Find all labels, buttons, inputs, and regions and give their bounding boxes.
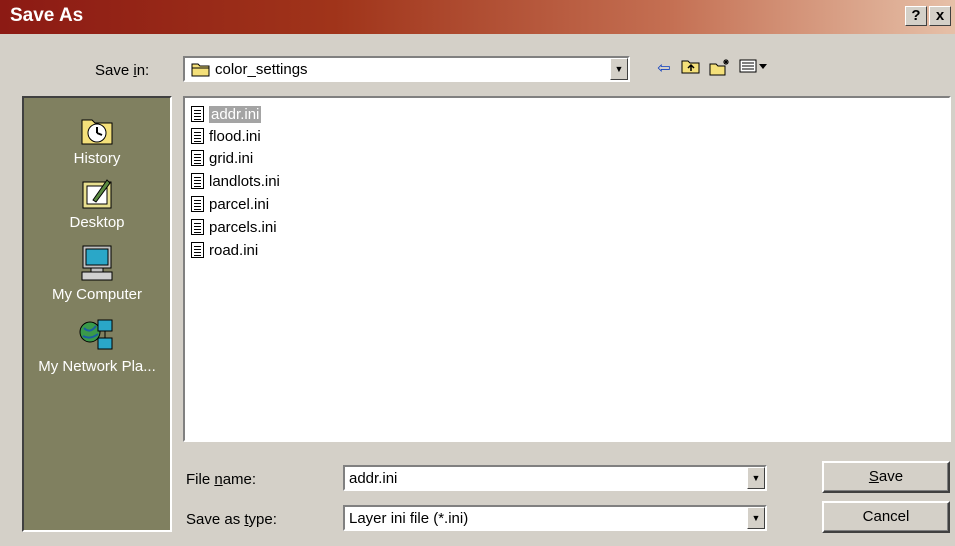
my-computer-icon	[81, 245, 113, 281]
cancel-button[interactable]: Cancel	[822, 501, 950, 533]
help-button[interactable]: ?	[905, 6, 927, 26]
back-arrow-icon[interactable]: ⇦	[651, 58, 677, 80]
places-label: My Computer	[51, 286, 143, 303]
places-label: Desktop	[69, 214, 125, 231]
places-my-computer[interactable]: My Computer	[24, 244, 170, 303]
folder-icon	[191, 63, 210, 77]
file-item[interactable]: parcel.ini	[191, 193, 269, 215]
places-label: My Network Pla...	[38, 358, 156, 375]
save-as-type-dropdown[interactable]: Layer ini file (*.ini) ▼	[343, 505, 767, 531]
close-button[interactable]: x	[929, 6, 951, 26]
file-name-value: addr.ini	[349, 470, 398, 487]
save-as-type-label: Save as type:	[186, 511, 277, 528]
desktop-icon	[82, 179, 112, 209]
chevron-down-icon[interactable]: ▼	[610, 58, 628, 80]
chevron-down-icon[interactable]: ▼	[747, 467, 765, 489]
up-one-level-icon[interactable]	[678, 58, 704, 80]
file-item[interactable]: landlots.ini	[191, 170, 280, 192]
window-title: Save As	[10, 5, 84, 26]
ini-file-icon	[191, 242, 204, 258]
file-name-label: File name:	[186, 471, 257, 488]
ini-file-icon	[191, 173, 204, 189]
title-bar[interactable]	[0, 0, 955, 34]
places-network[interactable]: My Network Pla...	[24, 318, 170, 375]
ini-file-icon	[191, 150, 204, 166]
file-item[interactable]: parcels.ini	[191, 216, 277, 238]
save-in-dropdown[interactable]: color_settings ▼	[183, 56, 630, 82]
file-item[interactable]: grid.ini	[191, 147, 253, 169]
new-folder-icon[interactable]	[707, 58, 733, 80]
places-bar: History Desktop My Computer My Network P…	[22, 96, 172, 532]
file-name-input[interactable]: addr.ini ▼	[343, 465, 767, 491]
file-item[interactable]: flood.ini	[191, 125, 261, 147]
ini-file-icon	[191, 128, 204, 144]
views-menu-icon[interactable]	[737, 58, 771, 80]
save-button[interactable]: Save	[822, 461, 950, 493]
save-in-label: Save in:	[95, 62, 150, 79]
ini-file-icon	[191, 219, 204, 235]
network-places-icon	[79, 319, 113, 350]
history-icon	[81, 119, 113, 145]
save-as-type-value: Layer ini file (*.ini)	[349, 510, 469, 527]
file-list[interactable]: addr.ini flood.ini grid.ini landlots.ini…	[183, 96, 951, 442]
ini-file-icon	[191, 196, 204, 212]
file-item[interactable]: addr.ini	[191, 103, 262, 125]
places-desktop[interactable]: Desktop	[24, 176, 170, 231]
places-history[interactable]: History	[24, 114, 170, 167]
save-in-value: color_settings	[215, 61, 308, 78]
places-label: History	[73, 150, 121, 167]
chevron-down-icon[interactable]: ▼	[747, 507, 765, 529]
ini-file-icon	[191, 106, 204, 122]
file-item[interactable]: road.ini	[191, 239, 258, 261]
